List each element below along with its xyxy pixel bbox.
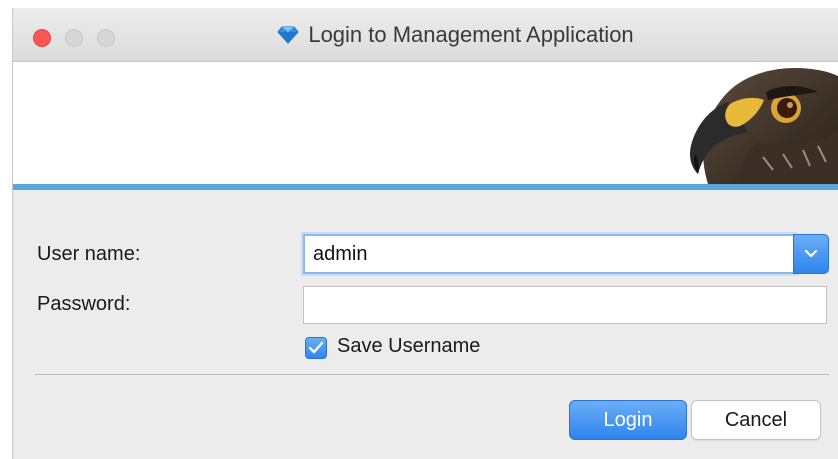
save-username-label[interactable]: Save Username (337, 335, 480, 358)
username-combobox-input[interactable] (303, 234, 795, 274)
password-label: Password: (37, 293, 131, 315)
banner-stripe (13, 184, 838, 190)
password-field[interactable] (303, 286, 827, 324)
username-dropdown-button[interactable] (793, 234, 829, 274)
login-button[interactable]: Login (569, 400, 687, 440)
window-title: Login to Management Application (308, 22, 634, 47)
eagle-head-icon (690, 68, 838, 184)
save-username-checkbox[interactable] (305, 337, 327, 359)
login-window: Login to Management Application User nam… (12, 8, 838, 459)
username-label: User name: (37, 243, 141, 265)
form-divider (35, 374, 829, 375)
chevron-down-icon (804, 249, 818, 258)
header-banner (13, 62, 838, 184)
cancel-button[interactable]: Cancel (691, 400, 821, 440)
blue-diamond-icon (277, 26, 299, 44)
checkmark-icon (308, 341, 324, 354)
title-bar[interactable]: Login to Management Application (13, 8, 838, 62)
window-title-group: Login to Management Application (13, 8, 838, 62)
